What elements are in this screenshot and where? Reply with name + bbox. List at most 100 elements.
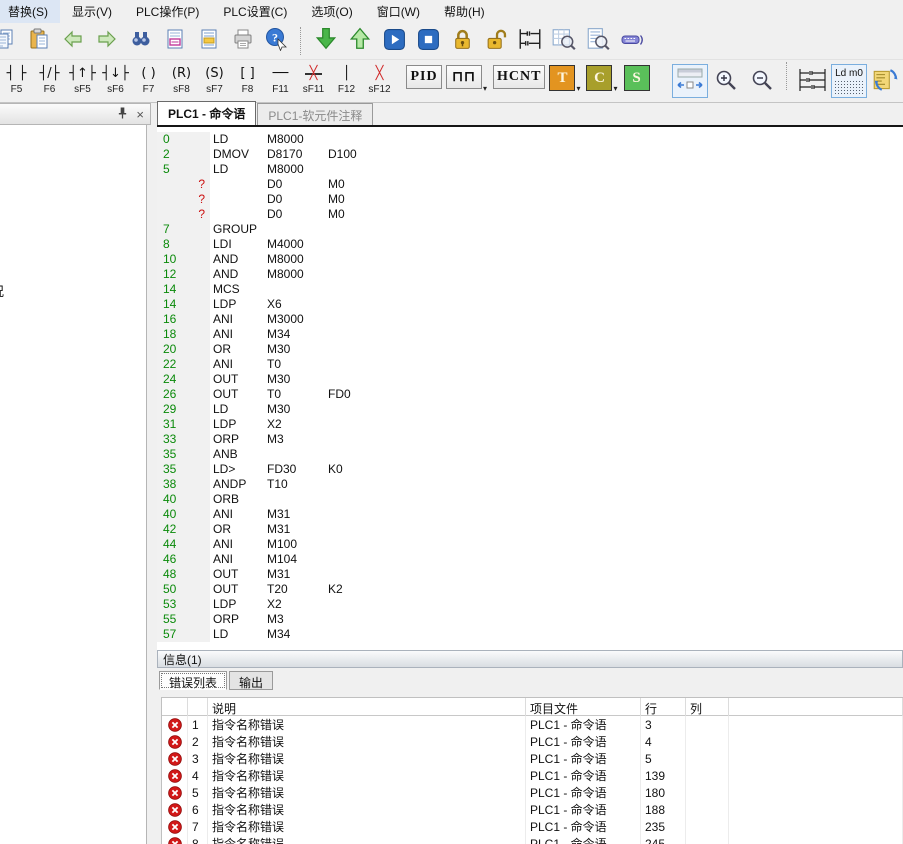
device-connector-button[interactable] bbox=[615, 25, 649, 57]
ladder-button-sF6[interactable]: ┤↓├sF6 bbox=[99, 62, 132, 100]
message-tab-0[interactable]: 错误列表 bbox=[159, 671, 227, 690]
instruction-row[interactable]: 53LDPX2 bbox=[157, 597, 903, 612]
upload-from-plc-button[interactable] bbox=[343, 25, 377, 57]
instruction-row[interactable]: 44ANIM100 bbox=[157, 537, 903, 552]
stop-button[interactable] bbox=[411, 25, 445, 57]
instruction-row[interactable]: 12ANDM8000 bbox=[157, 267, 903, 282]
menu-item-window[interactable]: 窗口(W) bbox=[365, 0, 432, 23]
instruction-row[interactable]: 55ORPM3 bbox=[157, 612, 903, 627]
document-tab-1[interactable]: PLC1-软元件注释 bbox=[257, 103, 373, 125]
instruction-row[interactable]: 14LDPX6 bbox=[157, 297, 903, 312]
instruction-row[interactable]: 0LDM8000 bbox=[157, 132, 903, 147]
instruction-row[interactable]: 2DMOVD8170D100 bbox=[157, 147, 903, 162]
error-row[interactable]: 8指令名称错误PLC1 - 命令语245 bbox=[162, 835, 903, 844]
copy-button[interactable] bbox=[0, 25, 22, 57]
error-row[interactable]: 5指令名称错误PLC1 - 命令语180 bbox=[162, 784, 903, 801]
ladder-monitor-button[interactable] bbox=[513, 25, 547, 57]
instruction-row[interactable]: 7GROUP bbox=[157, 222, 903, 237]
instruction-row[interactable]: 14MCS bbox=[157, 282, 903, 297]
document-button[interactable] bbox=[192, 25, 226, 57]
run-button[interactable] bbox=[377, 25, 411, 57]
instruction-row[interactable]: 26OUTT0FD0 bbox=[157, 387, 903, 402]
convert-button[interactable] bbox=[867, 64, 903, 98]
device-button-t[interactable]: T bbox=[549, 65, 575, 91]
error-row[interactable]: 4指令名称错误PLC1 - 命令语139 bbox=[162, 767, 903, 784]
ladder-button-F8[interactable]: [ ]F8 bbox=[231, 62, 264, 100]
unlock-button[interactable] bbox=[479, 25, 513, 57]
ladder-button-sF11[interactable]: ╳sF11 bbox=[297, 62, 330, 100]
instruction-row[interactable]: 42ORM31 bbox=[157, 522, 903, 537]
back-button[interactable] bbox=[56, 25, 90, 57]
grid-find-button[interactable] bbox=[547, 25, 581, 57]
instruction-row[interactable]: 24OUTM30 bbox=[157, 372, 903, 387]
ladder-button-sF5[interactable]: ┤↑├sF5 bbox=[66, 62, 99, 100]
menu-item-replace[interactable]: 替换(S) bbox=[0, 0, 60, 23]
instruction-row[interactable]: 35ANB bbox=[157, 447, 903, 462]
instruction-row[interactable]: 31LDPX2 bbox=[157, 417, 903, 432]
instruction-row[interactable]: 48OUTM31 bbox=[157, 567, 903, 582]
ladder-button-F7[interactable]: ( )F7 bbox=[132, 62, 165, 100]
find-button[interactable] bbox=[124, 25, 158, 57]
instruction-row[interactable]: 46ANIM104 bbox=[157, 552, 903, 567]
dropdown-arrow-icon[interactable]: ▾ bbox=[483, 84, 487, 93]
instruction-row[interactable]: 29LDM30 bbox=[157, 402, 903, 417]
ladder-button-F12[interactable]: │F12 bbox=[330, 62, 363, 100]
dropdown-arrow-icon[interactable]: ▾ bbox=[576, 84, 580, 93]
instruction-row[interactable]: 10ANDM8000 bbox=[157, 252, 903, 267]
ladder-button-F6[interactable]: ┤/├F6 bbox=[33, 62, 66, 100]
instruction-row[interactable]: 57LDM34 bbox=[157, 627, 903, 642]
instruction-row[interactable]: 35LD>FD30K0 bbox=[157, 462, 903, 477]
help-button[interactable]: ? bbox=[260, 25, 294, 57]
document-tab-0[interactable]: PLC1 - 命令语 bbox=[157, 101, 256, 125]
instruction-row[interactable]: 38ANDPT10 bbox=[157, 477, 903, 492]
instruction-row[interactable]: ?D0M0 bbox=[157, 177, 903, 192]
pin-icon[interactable] bbox=[117, 106, 128, 123]
menu-item-view[interactable]: 显示(V) bbox=[60, 0, 124, 23]
instruction-row[interactable]: 16ANIM3000 bbox=[157, 312, 903, 327]
device-button-s[interactable]: S bbox=[624, 65, 650, 91]
device-button-c[interactable]: C bbox=[586, 65, 612, 91]
ladder-button-F5[interactable]: ┤ ├F5 bbox=[0, 62, 33, 100]
instruction-list-view-button[interactable]: Ld m0 bbox=[831, 64, 867, 98]
forward-button[interactable] bbox=[90, 25, 124, 57]
instruction-button-⊓⊓[interactable]: ⊓⊓ bbox=[446, 65, 482, 89]
download-to-plc-button[interactable] bbox=[309, 25, 343, 57]
error-row[interactable]: 1指令名称错误PLC1 - 命令语3 bbox=[162, 716, 903, 733]
instruction-row[interactable]: 8LDIM4000 bbox=[157, 237, 903, 252]
error-row[interactable]: 3指令名称错误PLC1 - 命令语5 bbox=[162, 750, 903, 767]
instruction-button-pid[interactable]: PID bbox=[406, 65, 442, 89]
instruction-row[interactable]: ?D0M0 bbox=[157, 207, 903, 222]
instruction-row[interactable]: ?D0M0 bbox=[157, 192, 903, 207]
window-fit-button[interactable] bbox=[672, 64, 708, 98]
error-row[interactable]: 6指令名称错误PLC1 - 命令语188 bbox=[162, 801, 903, 818]
paste-button[interactable] bbox=[22, 25, 56, 57]
menu-item-plc-settings[interactable]: PLC设置(C) bbox=[211, 0, 299, 23]
instruction-list[interactable]: 0LDM80002DMOVD8170D1005LDM8000?D0M0?D0M0… bbox=[157, 129, 903, 650]
ladder-button-F11[interactable]: ──F11 bbox=[264, 62, 297, 100]
instruction-row[interactable]: 40ORB bbox=[157, 492, 903, 507]
document-find-button[interactable] bbox=[581, 25, 615, 57]
error-row[interactable]: 7指令名称错误PLC1 - 命令语235 bbox=[162, 818, 903, 835]
instruction-row[interactable]: 50OUTT20K2 bbox=[157, 582, 903, 597]
instruction-row[interactable]: 40ANIM31 bbox=[157, 507, 903, 522]
print-button[interactable] bbox=[226, 25, 260, 57]
zoom-out-button[interactable] bbox=[744, 64, 780, 98]
instruction-button-hcnt[interactable]: HCNT bbox=[493, 65, 545, 89]
ladder-button-sF7[interactable]: (S)sF7 bbox=[198, 62, 231, 100]
menu-item-help[interactable]: 帮助(H) bbox=[432, 0, 497, 23]
lock-button[interactable] bbox=[445, 25, 479, 57]
dropdown-arrow-icon[interactable]: ▾ bbox=[613, 84, 617, 93]
error-row[interactable]: 2指令名称错误PLC1 - 命令语4 bbox=[162, 733, 903, 750]
ladder-view-button[interactable] bbox=[795, 64, 831, 98]
instruction-row[interactable]: 18ANIM34 bbox=[157, 327, 903, 342]
zoom-in-button[interactable] bbox=[708, 64, 744, 98]
instruction-row[interactable]: 33ORPM3 bbox=[157, 432, 903, 447]
export-report-button[interactable] bbox=[158, 25, 192, 57]
message-tab-1[interactable]: 输出 bbox=[229, 671, 273, 690]
instruction-row[interactable]: 5LDM8000 bbox=[157, 162, 903, 177]
ladder-button-sF8[interactable]: (R)sF8 bbox=[165, 62, 198, 100]
instruction-row[interactable]: 20ORM30 bbox=[157, 342, 903, 357]
menu-item-plc-operation[interactable]: PLC操作(P) bbox=[124, 0, 211, 23]
close-icon[interactable]: × bbox=[136, 108, 144, 121]
instruction-row[interactable]: 22ANIT0 bbox=[157, 357, 903, 372]
